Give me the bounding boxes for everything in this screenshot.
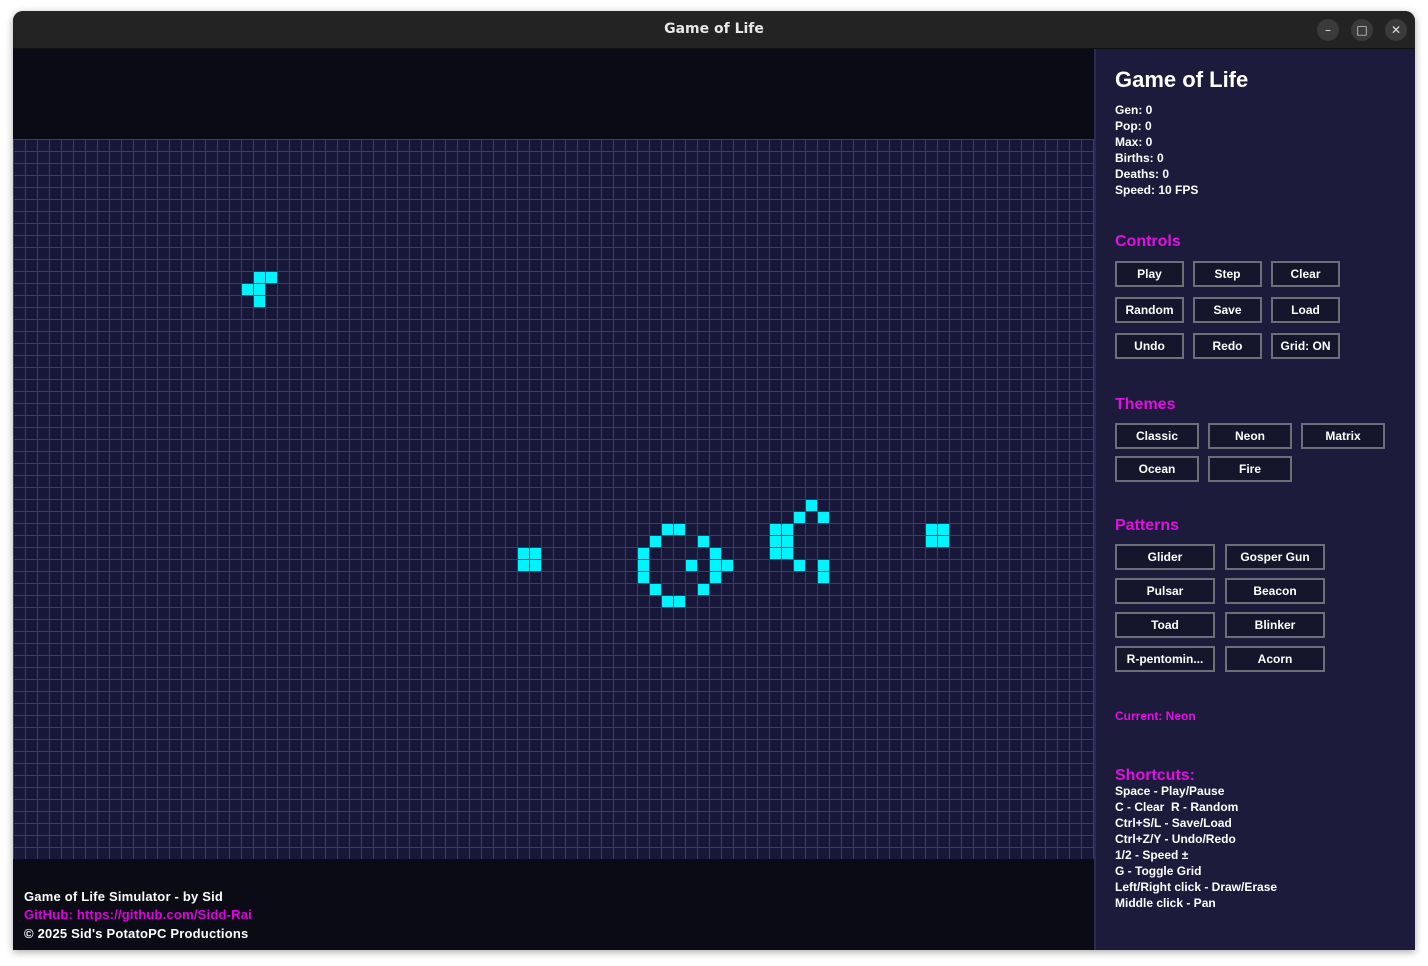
patterns-heading: Patterns xyxy=(1115,517,1180,534)
live-cell[interactable] xyxy=(782,524,793,535)
live-cell[interactable] xyxy=(662,524,673,535)
random-button[interactable]: Random xyxy=(1115,297,1184,323)
live-cell[interactable] xyxy=(770,524,781,535)
live-cell[interactable] xyxy=(530,560,541,571)
theme-ocean-button[interactable]: Ocean xyxy=(1115,456,1199,482)
live-cell[interactable] xyxy=(638,560,649,571)
step-button[interactable]: Step xyxy=(1193,261,1262,287)
simulation-canvas[interactable]: Game of Life Simulator - by Sid GitHub: … xyxy=(13,49,1094,950)
maximize-button[interactable]: □ xyxy=(1351,19,1373,41)
live-cell[interactable] xyxy=(662,596,673,607)
theme-classic-button[interactable]: Classic xyxy=(1115,423,1199,449)
live-cell[interactable] xyxy=(938,536,949,547)
live-cell[interactable] xyxy=(818,572,829,583)
live-cell[interactable] xyxy=(782,548,793,559)
footer-github-link[interactable]: GitHub: https://github.com/Sidd-Rai xyxy=(24,907,252,922)
play-button[interactable]: Play xyxy=(1115,261,1184,287)
live-cell[interactable] xyxy=(710,548,721,559)
theme-fire-button[interactable]: Fire xyxy=(1208,456,1292,482)
live-cell[interactable] xyxy=(794,560,805,571)
pattern-beacon-button[interactable]: Beacon xyxy=(1225,578,1325,604)
life-grid[interactable] xyxy=(13,139,1094,859)
live-cell[interactable] xyxy=(770,548,781,559)
live-cell[interactable] xyxy=(266,272,277,283)
stat-population: Pop: 0 xyxy=(1115,119,1152,133)
shortcut-item: Ctrl+Z/Y - Undo/Redo xyxy=(1115,832,1236,846)
pattern-pulsar-button[interactable]: Pulsar xyxy=(1115,578,1215,604)
stat-generation: Gen: 0 xyxy=(1115,103,1153,117)
window-title: Game of Life xyxy=(664,21,764,37)
close-icon: ✕ xyxy=(1390,23,1402,37)
shortcut-item: Middle click - Pan xyxy=(1115,896,1216,910)
shortcuts-heading: Shortcuts: xyxy=(1115,767,1195,784)
maximize-icon: □ xyxy=(1356,23,1368,37)
live-cell[interactable] xyxy=(254,272,265,283)
live-cell[interactable] xyxy=(674,596,685,607)
minimize-icon: – xyxy=(1325,23,1331,37)
live-cell[interactable] xyxy=(518,560,529,571)
side-panel: Game of Life Gen: 0 Pop: 0 Max: 0 Births… xyxy=(1094,49,1415,950)
live-cell[interactable] xyxy=(818,560,829,571)
live-cell[interactable] xyxy=(770,536,781,547)
theme-matrix-button[interactable]: Matrix xyxy=(1301,423,1385,449)
controls-heading: Controls xyxy=(1115,233,1181,250)
live-cell[interactable] xyxy=(926,536,937,547)
undo-button[interactable]: Undo xyxy=(1115,333,1184,359)
live-cell[interactable] xyxy=(926,524,937,535)
pattern-acorn-button[interactable]: Acorn xyxy=(1225,646,1325,672)
save-button[interactable]: Save xyxy=(1193,297,1262,323)
live-cell[interactable] xyxy=(782,536,793,547)
shortcut-item: Ctrl+S/L - Save/Load xyxy=(1115,816,1232,830)
close-button[interactable]: ✕ xyxy=(1385,19,1407,41)
pattern-glider-button[interactable]: Glider xyxy=(1115,544,1215,570)
live-cell[interactable] xyxy=(722,560,733,571)
live-cell[interactable] xyxy=(650,536,661,547)
live-cell[interactable] xyxy=(938,524,949,535)
live-cell[interactable] xyxy=(710,560,721,571)
minimize-button[interactable]: – xyxy=(1317,19,1339,41)
redo-button[interactable]: Redo xyxy=(1193,333,1262,359)
pattern-toad-button[interactable]: Toad xyxy=(1115,612,1215,638)
shortcut-item: 1/2 - Speed ± xyxy=(1115,848,1189,862)
stat-max: Max: 0 xyxy=(1115,135,1153,149)
stat-speed: Speed: 10 FPS xyxy=(1115,183,1199,197)
live-cell[interactable] xyxy=(518,548,529,559)
live-cell[interactable] xyxy=(698,584,709,595)
panel-title: Game of Life xyxy=(1115,67,1249,92)
footer-copyright: © 2025 Sid's PotatoPC Productions xyxy=(24,926,249,941)
stat-deaths: Deaths: 0 xyxy=(1115,167,1170,181)
theme-neon-button[interactable]: Neon xyxy=(1208,423,1292,449)
shortcut-item: C - Clear R - Random xyxy=(1115,800,1239,814)
live-cell[interactable] xyxy=(794,512,805,523)
grid-toggle-button[interactable]: Grid: ON xyxy=(1271,333,1340,359)
pattern-gosper-gun-button[interactable]: Gosper Gun xyxy=(1225,544,1325,570)
footer-credit: Game of Life Simulator - by Sid xyxy=(24,889,224,904)
live-cell[interactable] xyxy=(530,548,541,559)
shortcut-item: G - Toggle Grid xyxy=(1115,864,1202,878)
pattern-blinker-button[interactable]: Blinker xyxy=(1225,612,1325,638)
live-cell[interactable] xyxy=(818,512,829,523)
load-button[interactable]: Load xyxy=(1271,297,1340,323)
live-cell[interactable] xyxy=(698,536,709,547)
live-cell[interactable] xyxy=(254,284,265,295)
shortcut-item: Left/Right click - Draw/Erase xyxy=(1115,880,1278,894)
shortcut-item: Space - Play/Pause xyxy=(1115,784,1225,798)
pattern-r-pentomino-button[interactable]: R-pentomin... xyxy=(1115,646,1215,672)
live-cell[interactable] xyxy=(650,584,661,595)
clear-button[interactable]: Clear xyxy=(1271,261,1340,287)
live-cell[interactable] xyxy=(638,548,649,559)
live-cell[interactable] xyxy=(638,572,649,583)
live-cell[interactable] xyxy=(806,500,817,511)
themes-heading: Themes xyxy=(1115,396,1176,413)
current-theme-label: Current: Neon xyxy=(1115,709,1196,723)
live-cell[interactable] xyxy=(686,560,697,571)
live-cell[interactable] xyxy=(710,572,721,583)
live-cell[interactable] xyxy=(242,284,253,295)
stat-births: Births: 0 xyxy=(1115,151,1164,165)
live-cell[interactable] xyxy=(254,296,265,307)
app-window: Game of Life – □ ✕ Game of Life Simulato… xyxy=(13,11,1415,950)
live-cell[interactable] xyxy=(674,524,685,535)
title-bar[interactable]: Game of Life – □ ✕ xyxy=(13,11,1415,49)
